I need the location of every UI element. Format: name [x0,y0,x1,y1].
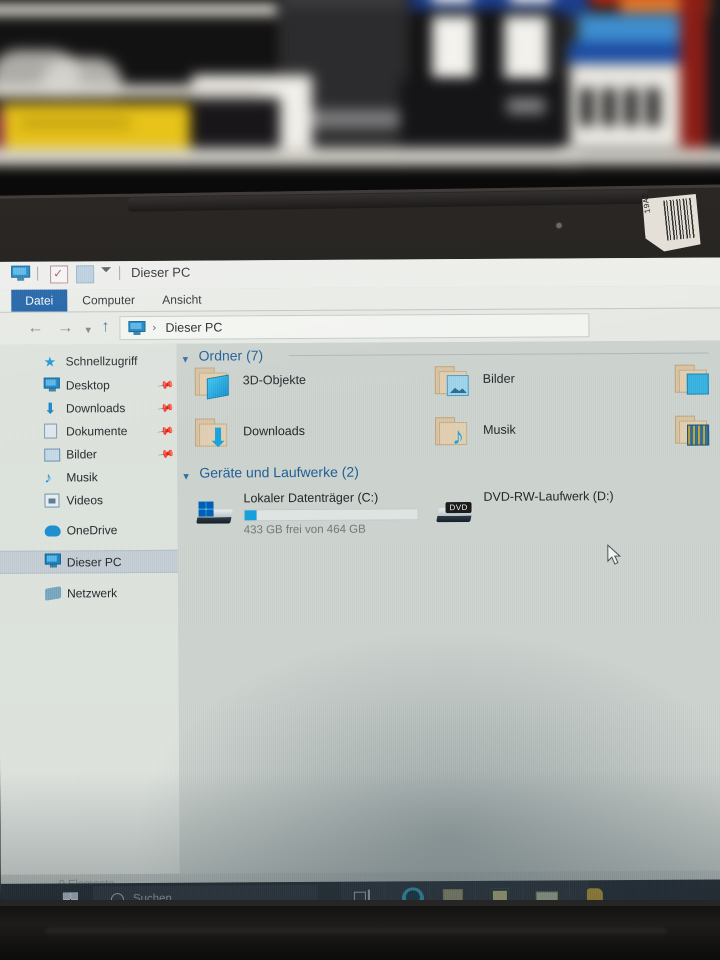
drive-capacity-fill [244,510,257,521]
forward-arrow-icon[interactable]: → [57,319,73,336]
folder-icon [674,413,713,446]
sidebar-item-label: Videos [66,493,104,508]
back-arrow-icon[interactable]: ← [27,320,43,337]
sidebar-item-label: Bilder [66,447,97,462]
group-header-drives: Geräte und Laufwerke (2) [199,463,359,481]
folder-icon [194,365,233,400]
sidebar-item-label: Desktop [65,378,110,393]
monitor-icon [43,377,60,393]
pin-icon[interactable]: 📌 [156,376,175,395]
document-icon [44,423,60,439]
folder-icon [674,362,713,395]
folder-label: 3D-Objekte [242,372,307,388]
laptop-body: 19A2 ✓ Dieser PC Datei Computer Ansicht … [0,184,720,960]
pin-icon[interactable]: 📌 [157,422,176,441]
sticker-code: 19A2 [641,192,654,214]
drive-name: Lokaler Datenträger (C:) [243,490,379,506]
sidebar-item-bilder[interactable]: Bilder 📌 [0,443,177,467]
sidebar-item-dokumente[interactable]: Dokumente 📌 [0,420,177,444]
chevron-down-icon[interactable]: ▾ [183,353,189,366]
toolbar-separator [119,266,121,281]
monitor-icon [128,320,146,336]
cloud-icon [44,522,61,538]
monitor-icon[interactable] [11,265,31,281]
sidebar-item-schnellzugriff[interactable]: ★ Schnellzugriff [0,350,177,374]
folder-label: Bilder [482,371,515,386]
video-icon [44,492,60,508]
new-folder-icon[interactable] [76,265,95,284]
music-icon: ♪ [44,469,52,487]
sidebar-item-label: Musik [66,470,98,485]
dvd-label: DVD [445,501,472,514]
toolbar-separator [37,266,39,281]
sidebar-item-label: Downloads [65,401,126,416]
folder-icon [434,364,473,397]
folder-icon: ♪ [434,415,473,450]
address-input[interactable]: › Dieser PC [119,313,590,341]
sidebar-item-dieser-pc[interactable]: Dieser PC [0,549,178,574]
pin-icon[interactable]: 📌 [157,445,176,464]
content-pane: ▾ Ordner (7) ▾ Geräte und Laufwerke (2) … [176,340,720,874]
sidebar-item-musik[interactable]: ♪ Musik [0,466,177,490]
sidebar-item-downloads[interactable]: ⬇ Downloads 📌 [0,397,177,421]
dvd-drive-icon: DVD [435,500,474,524]
laptop-screen: ✓ Dieser PC Datei Computer Ansicht ← → ▾… [0,257,720,916]
tab-datei[interactable]: Datei [11,289,68,312]
sidebar-item-label: Dieser PC [66,555,122,570]
webcam-icon [556,222,562,229]
barcode-sticker: 19A2 [640,191,703,254]
title-bar: ✓ Dieser PC [0,257,720,290]
properties-icon[interactable]: ✓ [50,265,69,284]
chevron-down-icon[interactable] [101,267,112,273]
screenshot-root: 19A2 ✓ Dieser PC Datei Computer Ansicht … [0,0,720,960]
drive-name: DVD-RW-Laufwerk (D:) [483,489,614,504]
sidebar-item-netzwerk[interactable]: Netzwerk [0,582,178,606]
sidebar-item-desktop[interactable]: Desktop 📌 [0,374,177,398]
sidebar-item-label: Schnellzugriff [65,354,138,369]
tab-ansicht[interactable]: Ansicht [162,293,201,307]
group-divider [288,352,709,357]
navigation-pane: ★ Schnellzugriff Desktop 📌 ⬇ Downloads 📌 Dokume… [0,343,180,875]
drive-free-space: 433 GB frei von 464 GB [243,523,366,537]
laptop-base [0,900,720,960]
folder-label: Musik [483,422,516,437]
network-icon [45,585,62,601]
sidebar-item-onedrive[interactable]: OneDrive [0,519,178,543]
mouse-cursor [607,544,622,565]
sidebar-item-videos[interactable]: Videos [0,489,178,513]
windows-drive-icon [196,501,234,525]
sidebar-item-label: OneDrive [66,523,118,538]
chevron-down-icon[interactable]: ▾ [183,470,189,483]
breadcrumb-separator: › [152,321,157,334]
download-icon: ⬇ [43,400,57,418]
breadcrumb-path: Dieser PC [165,320,223,335]
window-title: Dieser PC [131,264,191,281]
sidebar-item-label: Netzwerk [67,586,118,601]
address-bar: ← → ▾ ↑ › Dieser PC [0,308,720,345]
drive-capacity-bar [243,508,419,522]
sidebar-item-label: Dokumente [66,424,128,439]
monitor-icon [44,553,61,569]
file-explorer-window: ✓ Dieser PC Datei Computer Ansicht ← → ▾… [0,257,720,916]
star-icon: ★ [43,353,57,370]
folder-label: Downloads [243,423,305,439]
chevron-down-icon[interactable]: ▾ [85,322,91,338]
background-photo [0,0,720,215]
folder-icon: ⬇ [194,416,233,453]
up-arrow-icon[interactable]: ↑ [101,318,109,335]
pin-icon[interactable]: 📌 [156,399,175,418]
picture-icon [44,446,61,462]
tab-computer[interactable]: Computer [82,293,135,307]
tab-datei-label: Datei [25,293,54,308]
group-header-folders: Ordner (7) [198,347,264,364]
